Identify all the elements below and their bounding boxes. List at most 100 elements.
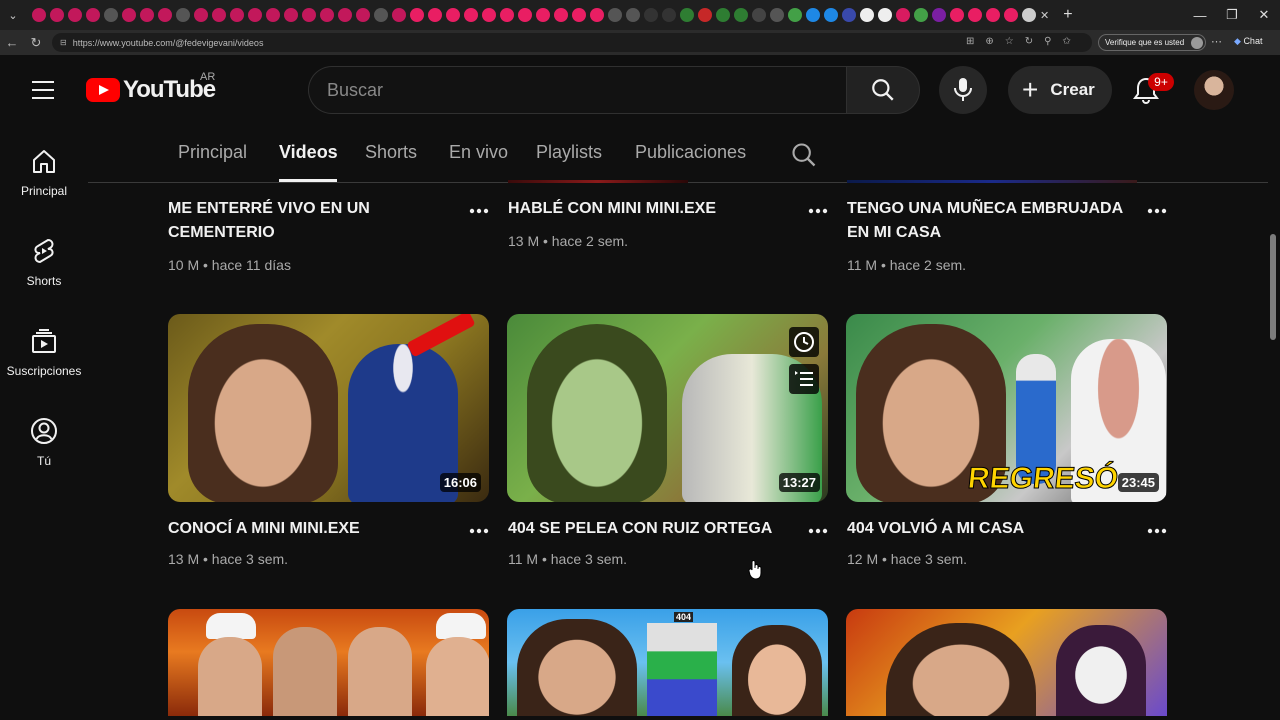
video-title[interactable]: TENGO UNA MUÑECA EMBRUJADA EN MI CASA xyxy=(847,197,1137,245)
tab-favicon[interactable] xyxy=(734,8,748,22)
tab-favicon[interactable] xyxy=(266,8,280,22)
tab-favicon[interactable] xyxy=(68,8,82,22)
video-thumbnail[interactable] xyxy=(168,609,489,716)
tab-favicon[interactable] xyxy=(914,8,928,22)
search-button[interactable] xyxy=(846,66,920,114)
maximize-icon[interactable]: ❐ xyxy=(1216,7,1248,23)
profile-verify-button[interactable]: Verifique que es usted xyxy=(1098,34,1206,51)
tab-favicon[interactable] xyxy=(1004,8,1018,22)
tab-favicon[interactable] xyxy=(320,8,334,22)
tab-favicon[interactable] xyxy=(374,8,388,22)
sidebar-item-principal[interactable]: Principal xyxy=(0,127,88,217)
video-thumbnail[interactable]: 13:27 xyxy=(507,314,828,502)
tab-favicon[interactable] xyxy=(50,8,64,22)
tab-favicon[interactable] xyxy=(824,8,838,22)
tab-favicon[interactable] xyxy=(518,8,532,22)
watch-later-icon[interactable] xyxy=(789,327,819,357)
tab-favicon[interactable] xyxy=(986,8,1000,22)
extension-icon[interactable]: ⚲ xyxy=(1044,36,1051,47)
sidebar-item-shorts[interactable]: Shorts xyxy=(0,217,88,307)
tab-favicon[interactable] xyxy=(842,8,856,22)
search-field[interactable] xyxy=(308,66,846,114)
tab-favicon[interactable] xyxy=(338,8,352,22)
channel-search-icon[interactable] xyxy=(790,141,818,169)
tab-favicon[interactable] xyxy=(140,8,154,22)
tab-favicon[interactable] xyxy=(752,8,766,22)
tab-favicon[interactable] xyxy=(158,8,172,22)
tab-favicon[interactable] xyxy=(284,8,298,22)
tab-favicon[interactable] xyxy=(626,8,640,22)
tab-favicon[interactable] xyxy=(410,8,424,22)
tab-list-menu-icon[interactable]: ⌄ xyxy=(0,0,26,30)
install-app-icon[interactable]: ⊞ xyxy=(966,36,974,47)
tab-favicon[interactable] xyxy=(806,8,820,22)
tab-favicon[interactable] xyxy=(356,8,370,22)
more-actions-icon[interactable] xyxy=(469,521,489,541)
sidebar-item-tu[interactable]: Tú xyxy=(0,397,88,487)
tab-favicon[interactable] xyxy=(176,8,190,22)
tab-favicon[interactable] xyxy=(896,8,910,22)
create-button[interactable]: + Crear xyxy=(1008,66,1112,114)
back-icon[interactable]: ← xyxy=(0,35,24,50)
new-tab-icon[interactable]: + xyxy=(1063,6,1072,24)
more-actions-icon[interactable] xyxy=(1147,521,1167,541)
voice-search-button[interactable] xyxy=(939,66,987,114)
bookmark-icon[interactable]: ☆ xyxy=(1005,36,1014,47)
tab-favicon[interactable] xyxy=(968,8,982,22)
more-actions-icon[interactable] xyxy=(1147,201,1167,221)
site-info-icon[interactable]: ⊟ xyxy=(60,38,67,47)
tab-favicon[interactable] xyxy=(248,8,262,22)
tab-favicon[interactable] xyxy=(122,8,136,22)
tab-favicon[interactable] xyxy=(302,8,316,22)
tab-videos[interactable]: Videos xyxy=(279,142,338,163)
youtube-logo[interactable]: YouTube xyxy=(86,76,216,104)
tab-favicon[interactable] xyxy=(932,8,946,22)
tab-favicon[interactable] xyxy=(644,8,658,22)
tab-playlists[interactable]: Playlists xyxy=(536,142,602,163)
minimize-icon[interactable]: — xyxy=(1184,8,1216,23)
tab-favicon[interactable] xyxy=(572,8,586,22)
tab-favicon[interactable] xyxy=(86,8,100,22)
copilot-chat-button[interactable]: ◆ Chat xyxy=(1234,36,1262,47)
scrollbar-thumb[interactable] xyxy=(1270,234,1276,340)
more-actions-icon[interactable] xyxy=(808,521,828,541)
tab-favicon[interactable] xyxy=(194,8,208,22)
tab-favicon[interactable] xyxy=(698,8,712,22)
more-actions-icon[interactable] xyxy=(469,201,489,221)
add-to-queue-icon[interactable] xyxy=(789,364,819,394)
sidebar-item-suscripciones[interactable]: Suscripciones xyxy=(0,307,88,397)
video-title[interactable]: CONOCÍ A MINI MINI.EXE xyxy=(168,517,458,541)
tab-favicon[interactable] xyxy=(680,8,694,22)
zoom-icon[interactable]: ⊕ xyxy=(985,36,993,47)
video-thumbnail[interactable]: REGRESÓ 23:45 xyxy=(846,314,1167,502)
tab-favicon[interactable] xyxy=(428,8,442,22)
tab-publicaciones[interactable]: Publicaciones xyxy=(635,142,746,163)
tab-favicon[interactable] xyxy=(446,8,460,22)
video-title[interactable]: HABLÉ CON MINI MINI.EXE xyxy=(508,197,798,221)
tab-en-vivo[interactable]: En vivo xyxy=(449,142,508,163)
account-avatar[interactable] xyxy=(1194,70,1234,110)
video-thumbnail[interactable]: 16:06 xyxy=(168,314,489,502)
tab-favicon[interactable] xyxy=(392,8,406,22)
tab-favicon[interactable] xyxy=(212,8,226,22)
tab-favicon[interactable] xyxy=(1022,8,1036,22)
page-scrollbar[interactable] xyxy=(1268,55,1280,720)
video-thumbnail[interactable]: 404 xyxy=(507,609,828,716)
tab-favicon[interactable] xyxy=(536,8,550,22)
tab-favicon[interactable] xyxy=(230,8,244,22)
tab-favicon[interactable] xyxy=(590,8,604,22)
video-thumbnail[interactable] xyxy=(846,609,1167,716)
tab-favicon[interactable] xyxy=(482,8,496,22)
tab-favicon[interactable] xyxy=(104,8,118,22)
reload-icon[interactable]: ↻ xyxy=(24,35,48,51)
close-tab-icon[interactable]: ✕ xyxy=(1040,9,1049,22)
tab-favicon[interactable] xyxy=(878,8,892,22)
video-title[interactable]: ME ENTERRÉ VIVO EN UN CEMENTERIO xyxy=(168,197,458,245)
tab-favicon[interactable] xyxy=(716,8,730,22)
search-input[interactable] xyxy=(327,79,846,101)
tab-favicon[interactable] xyxy=(950,8,964,22)
favorites-icon[interactable]: ✩ xyxy=(1062,36,1070,47)
tab-shorts[interactable]: Shorts xyxy=(365,142,417,163)
video-title[interactable]: 404 SE PELEA CON RUIZ ORTEGA xyxy=(508,517,798,541)
tab-favicon[interactable] xyxy=(770,8,784,22)
